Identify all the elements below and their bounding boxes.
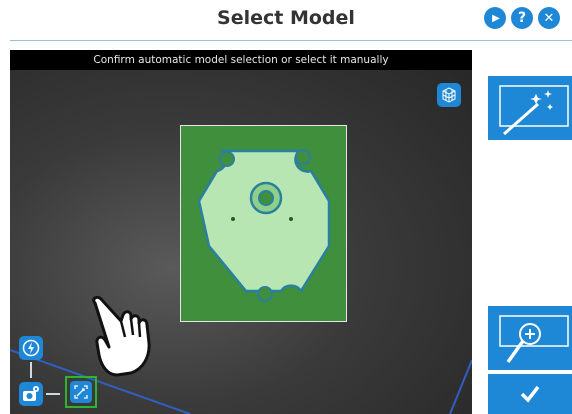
help-icon: ?	[517, 10, 527, 26]
camera-viewer[interactable]: Confirm automatic model selection or sel…	[10, 50, 472, 414]
lightning-icon	[22, 339, 40, 357]
camera-settings-icon	[23, 386, 39, 401]
cube-icon	[442, 87, 456, 103]
play-button[interactable]: ▶	[484, 7, 506, 29]
help-button[interactable]: ?	[511, 7, 533, 29]
detected-part	[197, 149, 331, 302]
magic-wand-icon	[499, 85, 569, 136]
checkmark-icon	[520, 385, 540, 403]
tool-connector	[30, 362, 32, 378]
tool-connector-h	[46, 393, 60, 395]
header-divider	[10, 40, 572, 41]
close-icon: ✕	[543, 10, 555, 26]
3d-view-button[interactable]	[437, 83, 461, 107]
model-selection-box[interactable]	[180, 125, 347, 322]
zoom-button[interactable]	[488, 306, 572, 370]
confirm-button[interactable]	[488, 374, 572, 414]
instruction-bar: Confirm automatic model selection or sel…	[10, 50, 472, 70]
auto-select-button[interactable]	[488, 76, 572, 140]
flash-button[interactable]	[19, 336, 43, 360]
camera-settings-button[interactable]	[19, 382, 43, 406]
close-button[interactable]: ✕	[538, 7, 560, 29]
pointing-hand-icon	[92, 295, 151, 377]
play-icon: ▶	[492, 12, 500, 24]
zoom-in-icon	[499, 315, 569, 364]
